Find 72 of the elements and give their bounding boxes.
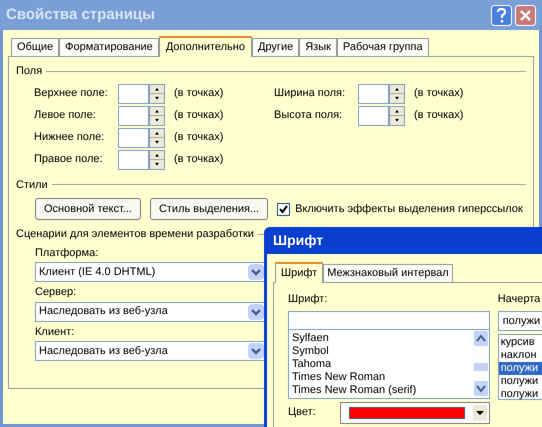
list-item[interactable]: наклон: [498, 348, 542, 362]
style-field[interactable]: полужи: [498, 310, 542, 330]
list-item[interactable]: Sylfaen: [292, 332, 473, 344]
caret-icon[interactable]: [248, 343, 264, 359]
caret-icon[interactable]: [248, 264, 264, 280]
tab[interactable]: Межзнаковый интервал: [323, 264, 453, 282]
number-field[interactable]: [358, 106, 389, 126]
tab[interactable]: Форматирование: [59, 38, 159, 56]
select-label: Клиент:: [35, 326, 74, 338]
close-icon[interactable]: [515, 4, 536, 26]
field-label: Верхнее поле:: [34, 86, 109, 102]
section-title: Сценарии для элементов времени разработки: [16, 227, 254, 242]
color-dropdown[interactable]: [340, 402, 490, 424]
style-button[interactable]: Основной текст...: [35, 198, 141, 220]
unit-label: (в точках): [414, 86, 464, 102]
field-label: Шрифт:: [288, 293, 328, 305]
spin-buttons[interactable]: [149, 84, 165, 104]
tab[interactable]: Шрифт: [275, 262, 324, 283]
number-field[interactable]: [118, 84, 149, 104]
font-field[interactable]: [288, 310, 490, 330]
font-list[interactable]: Sylfaen Symbol Tahoma Times New Roman Times New Roman (serif): [288, 330, 490, 398]
list-item[interactable]: полужи: [498, 362, 542, 374]
style-button[interactable]: Стиль выделения...: [150, 198, 268, 220]
checkbox[interactable]: [277, 202, 290, 216]
list-item[interactable]: курсив: [498, 336, 542, 348]
unit-label: (в точках): [174, 108, 224, 124]
scrollbar[interactable]: [472, 330, 489, 396]
field-label: Начерта: [498, 293, 540, 305]
window-title: Свойства страницы: [6, 4, 156, 25]
tab[interactable]: Другие: [252, 38, 300, 56]
spin-buttons[interactable]: [389, 84, 405, 104]
caret-icon[interactable]: [248, 304, 264, 320]
tab[interactable]: Общие: [11, 38, 60, 56]
select-label: Сервер:: [35, 286, 76, 298]
list-item[interactable]: Tahoma: [292, 358, 473, 370]
unit-label: (в точках): [174, 86, 224, 102]
field-label: Нижнее поле:: [34, 130, 106, 146]
section-title: Стили: [16, 178, 48, 192]
checkbox-label: Включить эффекты выделения гиперссылок: [295, 202, 523, 217]
window-title: Шрифт: [273, 231, 324, 250]
tab[interactable]: Дополнительно: [158, 36, 252, 57]
dropdown[interactable]: Наследовать из веб-узла: [35, 302, 266, 322]
list-item[interactable]: полужи: [498, 388, 542, 400]
field-label: Ширина поля:: [274, 86, 346, 102]
list-item[interactable]: Symbol: [292, 344, 473, 358]
spin-buttons[interactable]: [149, 106, 165, 126]
spin-buttons[interactable]: [389, 106, 405, 126]
unit-label: (в точках): [414, 108, 464, 124]
tab[interactable]: Язык: [299, 38, 337, 56]
dropdown[interactable]: Наследовать из веб-узла: [35, 341, 266, 361]
list-item[interactable]: Times New Roman (serif): [292, 384, 473, 396]
style-list[interactable]: курсив наклон полужи полужи полужи: [498, 334, 542, 400]
field-label: Левое поле:: [34, 108, 97, 124]
number-field[interactable]: [358, 84, 389, 104]
list-item[interactable]: Times New Roman: [292, 370, 473, 384]
section-title: Поля: [16, 64, 42, 79]
list-item[interactable]: полужи: [498, 374, 542, 388]
number-field[interactable]: [118, 150, 149, 170]
field-label: Высота поля:: [274, 108, 344, 124]
unit-label: (в точках): [174, 130, 224, 146]
spin-buttons[interactable]: [149, 128, 165, 148]
number-field[interactable]: [118, 106, 149, 126]
field-label: Правое поле:: [34, 152, 104, 168]
tab[interactable]: Рабочая группа: [336, 38, 429, 56]
unit-label: (в точках): [174, 152, 224, 168]
spin-buttons[interactable]: [149, 150, 165, 170]
field-label: Цвет:: [288, 405, 316, 420]
number-field[interactable]: [118, 128, 149, 148]
dropdown[interactable]: Клиент (IE 4.0 DHTML): [35, 262, 266, 282]
help-icon[interactable]: [491, 4, 512, 26]
caret-icon[interactable]: [472, 404, 487, 420]
select-label: Платформа:: [35, 246, 98, 258]
